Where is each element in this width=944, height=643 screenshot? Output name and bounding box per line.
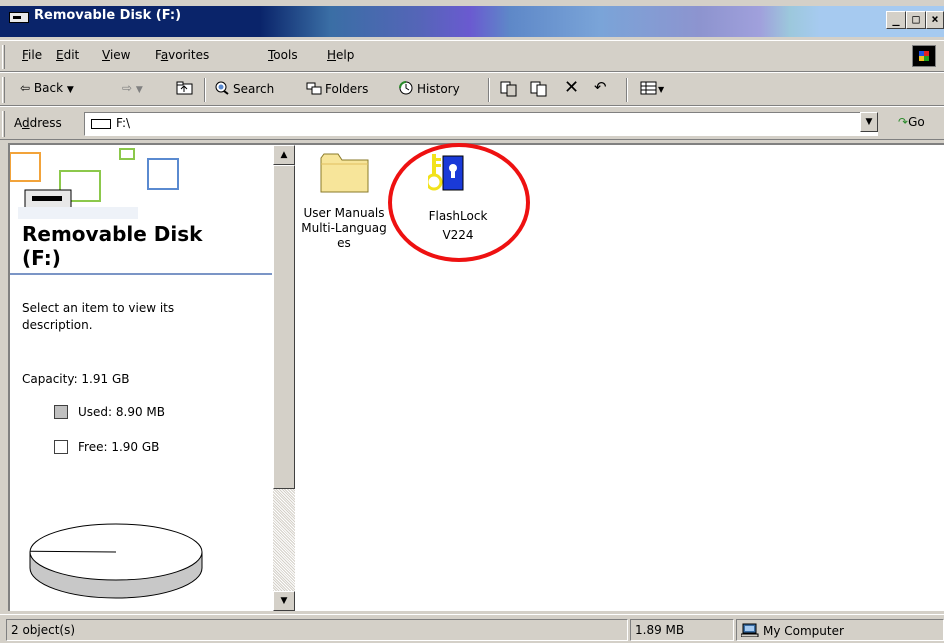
scroll-up-button[interactable]: ▲	[273, 145, 295, 165]
highlight-circle	[388, 143, 530, 262]
maximize-button[interactable]: □	[906, 11, 926, 29]
info-pane-scrollbar[interactable]: ▲ ▼	[273, 145, 295, 611]
back-button[interactable]: ⇦ Back ▼	[20, 81, 74, 95]
folder-icon	[320, 153, 369, 193]
scroll-thumb[interactable]	[273, 165, 295, 489]
menu-favorites[interactable]: Favorites	[155, 48, 209, 62]
status-size: 1.89 MB	[630, 619, 734, 641]
standard-toolbar: ⇦ Back ▼ ⇨ ▼ Search Folders History ✕ ↶ …	[0, 72, 944, 106]
address-input[interactable]: F:\	[84, 112, 878, 136]
folders-button[interactable]: Folders	[306, 81, 368, 96]
search-icon	[215, 81, 229, 95]
status-bar: 2 object(s) 1.89 MB My Computer	[0, 614, 944, 643]
free-space-text: Free: 1.90 GB	[78, 440, 160, 454]
windows-logo-icon	[912, 45, 936, 67]
removable-disk-icon	[9, 12, 29, 23]
address-value: F:\	[116, 116, 131, 130]
undo-icon: ↶	[594, 78, 607, 96]
go-arrow-icon: ↷	[898, 115, 909, 129]
pane-title-divider	[10, 273, 272, 275]
capacity-text: Capacity: 1.91 GB	[22, 372, 130, 386]
close-button[interactable]: ×	[926, 11, 944, 29]
back-dropdown-icon[interactable]: ▼	[67, 85, 74, 95]
pane-title: Removable Disk (F:)	[22, 222, 203, 270]
history-button[interactable]: History	[398, 81, 460, 96]
window-title: Removable Disk (F:)	[34, 8, 182, 23]
address-label: Address	[14, 116, 62, 130]
history-icon	[399, 81, 413, 95]
views-icon	[640, 81, 657, 95]
pane-description: Select an item to view its description.	[22, 301, 175, 332]
address-dropdown-button[interactable]: ▼	[860, 112, 878, 132]
status-object-count: 2 object(s)	[6, 619, 628, 641]
used-legend-swatch	[54, 405, 68, 419]
disk-usage-pie	[29, 523, 203, 599]
toolbar-grip[interactable]	[2, 77, 5, 103]
copy-to-button[interactable]	[530, 81, 548, 100]
menu-view[interactable]: View	[102, 48, 130, 62]
removable-disk-banner-icon	[10, 148, 179, 219]
used-space-text: Used: 8.90 MB	[78, 405, 166, 419]
delete-button[interactable]: ✕	[564, 77, 579, 98]
free-legend-swatch	[54, 440, 68, 454]
forward-dropdown-icon[interactable]: ▼	[136, 85, 143, 95]
back-arrow-icon: ⇦	[20, 81, 31, 95]
menu-bar: File Edit View Favorites Tools Help	[0, 40, 944, 72]
file-label-user-manuals: User Manuals Multi-Languag es	[301, 206, 387, 250]
up-folder-button[interactable]	[176, 81, 194, 98]
copy-to-icon	[530, 81, 547, 97]
drive-icon	[91, 119, 111, 129]
forward-arrow-icon: ⇨	[122, 81, 133, 95]
forward-button[interactable]: ⇨ ▼	[122, 81, 143, 95]
menu-grip[interactable]	[2, 45, 5, 69]
undo-button[interactable]: ↶	[594, 78, 607, 96]
menu-help[interactable]: Help	[327, 48, 354, 62]
status-zone: My Computer	[736, 619, 944, 641]
search-button[interactable]: Search	[214, 81, 274, 96]
menu-tools[interactable]: Tools	[268, 48, 298, 62]
folders-icon	[306, 82, 322, 95]
menu-file[interactable]: File	[22, 48, 42, 62]
move-to-button[interactable]	[500, 81, 518, 100]
my-computer-icon	[740, 623, 759, 638]
scroll-down-button[interactable]: ▼	[273, 591, 295, 611]
delete-x-icon: ✕	[564, 77, 580, 98]
views-dropdown-icon[interactable]: ▼	[658, 85, 664, 94]
address-bar: Address F:\	[0, 106, 944, 140]
move-to-icon	[500, 81, 517, 97]
address-grip[interactable]	[2, 111, 5, 137]
up-folder-icon	[176, 81, 193, 95]
go-button[interactable]: ↷Go	[898, 115, 925, 129]
minimize-button[interactable]: _	[886, 11, 906, 29]
views-button[interactable]: ▼	[640, 81, 664, 98]
menu-edit[interactable]: Edit	[56, 48, 79, 62]
